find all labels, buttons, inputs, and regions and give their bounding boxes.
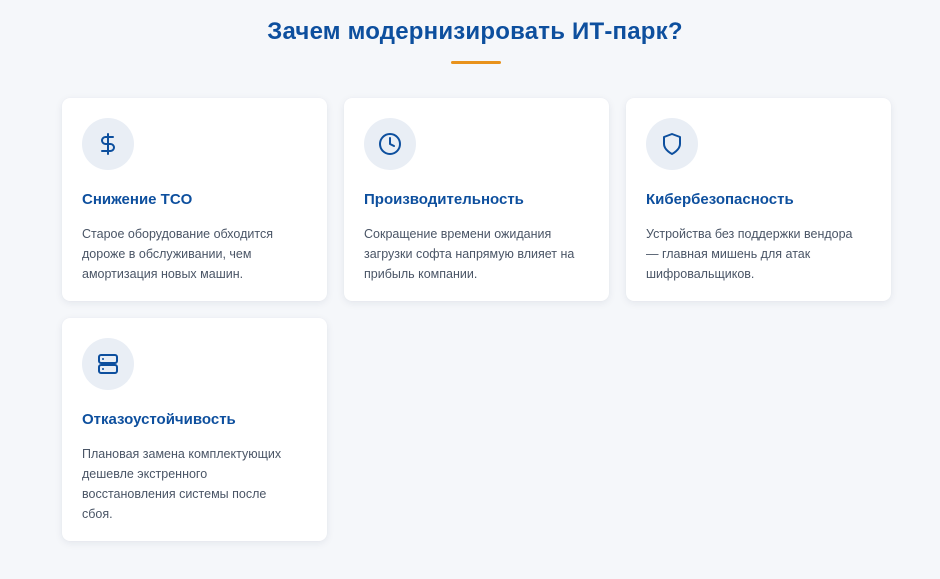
server-icon <box>98 354 118 374</box>
card-description-line: — главная мишень для атак <box>646 247 811 261</box>
dollar-icon-circle <box>82 118 134 170</box>
card-description-line: дешевле экстренного <box>82 467 208 481</box>
card-description: Устройства без поддержки вендора — главн… <box>646 224 871 284</box>
card-description-line: Плановая замена комплектующих <box>82 447 282 461</box>
card-security: Кибербезопасность Устройства без поддерж… <box>626 98 891 301</box>
card-title: Отказоустойчивость <box>82 411 236 428</box>
card-reliability: Отказоустойчивость Плановая замена компл… <box>62 318 327 541</box>
section-title: Зачем модернизировать ИТ-парк? <box>267 18 683 45</box>
card-performance: Производительность Сокращение времени ож… <box>344 98 609 301</box>
card-description-line: восстановления системы после <box>82 487 267 501</box>
shield-icon-circle <box>646 118 698 170</box>
server-icon-circle <box>82 338 134 390</box>
clock-icon <box>379 133 401 155</box>
card-description: Сокращение времени ожидания загрузки соф… <box>364 224 589 284</box>
card-description-line: сбоя. <box>82 507 113 521</box>
card-tco: Снижение TCO Старое оборудование обходит… <box>62 98 327 301</box>
card-description-line: Старое оборудование обходится <box>82 227 273 241</box>
card-title: Снижение TCO <box>82 191 193 208</box>
clock-icon-circle <box>364 118 416 170</box>
card-description-line: дороже в обслуживании, чем <box>82 247 252 261</box>
card-description-line: Устройства без поддержки вендора <box>646 227 853 241</box>
card-description-line: прибыль компании. <box>364 267 478 281</box>
card-title: Кибербезопасность <box>646 191 794 208</box>
title-underline <box>451 61 501 64</box>
shield-icon <box>663 133 681 155</box>
card-description-line: шифровальщиков. <box>646 267 755 281</box>
card-description: Старое оборудование обходится дороже в о… <box>82 224 307 284</box>
card-description-line: Сокращение времени ожидания <box>364 227 552 241</box>
card-description-line: амортизация новых машин. <box>82 267 244 281</box>
page: Зачем модернизировать ИТ-парк? Снижение … <box>0 0 940 579</box>
card-title: Производительность <box>364 191 524 208</box>
card-description: Плановая замена комплектующих дешевле эк… <box>82 444 307 524</box>
card-description-line: загрузки софта напрямую влияет на <box>364 247 575 261</box>
dollar-icon <box>101 133 115 155</box>
